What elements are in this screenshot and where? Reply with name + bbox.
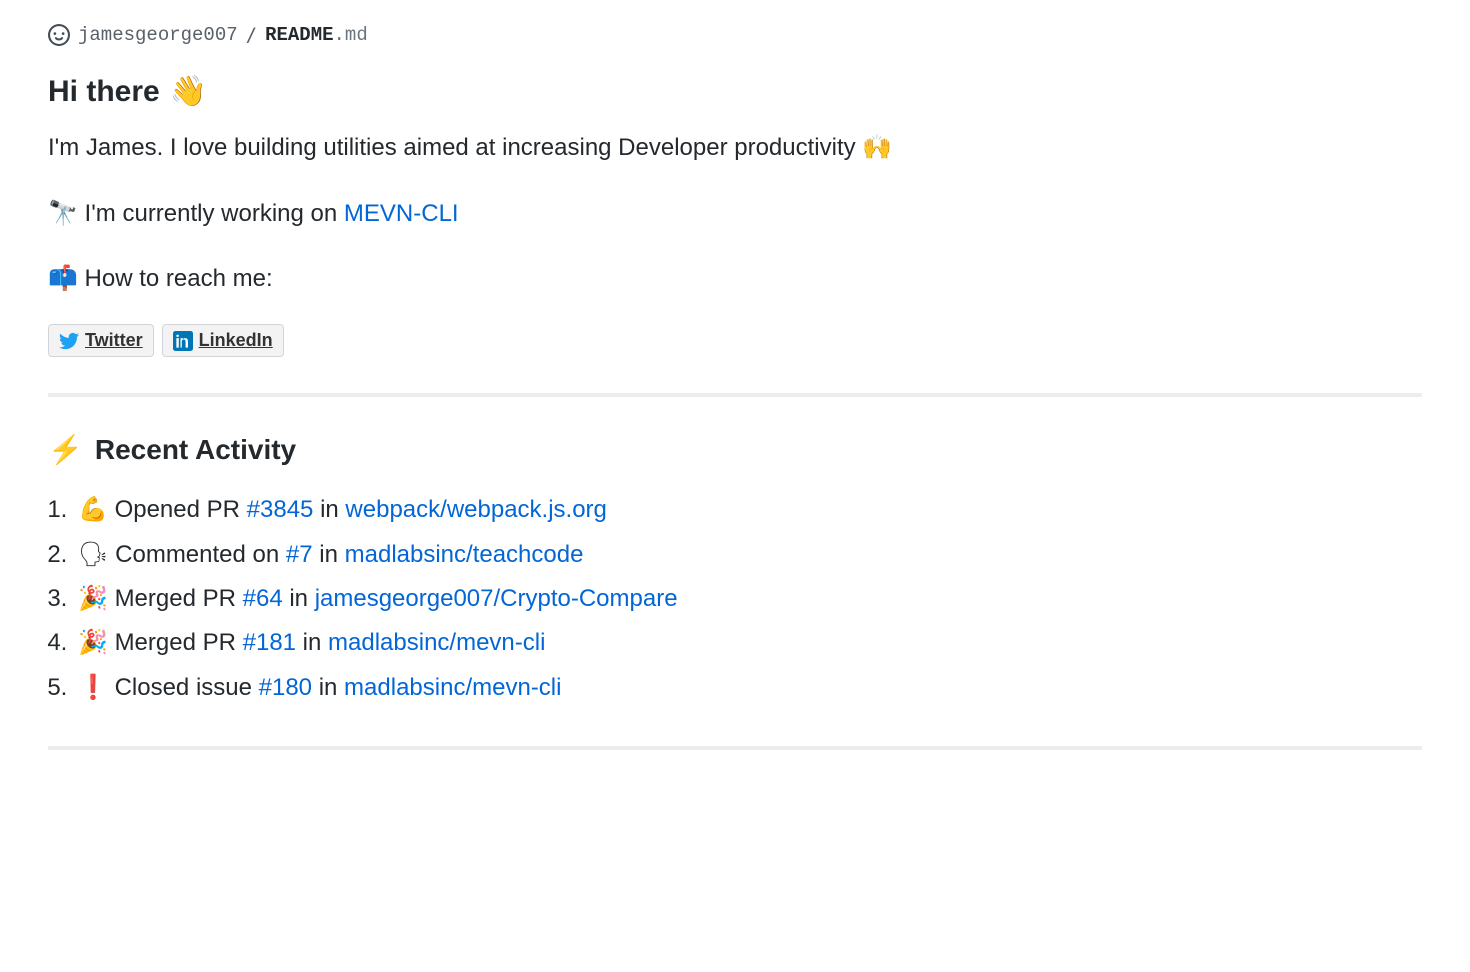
raised-hands-emoji: 🙌 [862, 129, 892, 167]
activity-in: in [283, 585, 315, 612]
activity-ref-link[interactable]: #3845 [247, 496, 314, 523]
intro-paragraph: I'm James. I love building utilities aim… [48, 129, 1422, 167]
activity-list: 💪 Opened PR #3845 in webpack/webpack.js.… [48, 488, 1422, 710]
mailbox-emoji: 📫 [48, 260, 78, 298]
twitter-badge[interactable]: Twitter [48, 324, 154, 357]
tada-emoji: 🎉 [78, 621, 108, 665]
activity-ref-link[interactable]: #180 [259, 674, 312, 701]
activity-item: ❗️ Closed issue #180 in madlabsinc/mevn-… [74, 666, 1422, 710]
recent-activity-heading: ⚡ Recent Activity [48, 433, 1422, 466]
working-on-text: I'm currently working on [78, 200, 344, 227]
activity-repo-link[interactable]: madlabsinc/teachcode [345, 541, 584, 568]
intro-text: I'm James. I love building utilities aim… [48, 134, 862, 161]
activity-item: 🎉 Merged PR #64 in jamesgeorge007/Crypto… [74, 577, 1422, 621]
activity-item: 🗣 Commented on #7 in madlabsinc/teachcod… [74, 533, 1422, 577]
social-badges: Twitter LinkedIn [48, 324, 1422, 357]
recent-activity-title: Recent Activity [95, 434, 296, 466]
divider [48, 746, 1422, 750]
activity-in: in [312, 674, 344, 701]
reach-me-text: How to reach me: [78, 265, 273, 292]
activity-ref-link[interactable]: #181 [243, 629, 296, 656]
divider [48, 393, 1422, 397]
activity-action: Merged PR [115, 629, 243, 656]
muscle-emoji: 💪 [78, 488, 108, 532]
activity-in: in [313, 541, 345, 568]
activity-action: Closed issue [115, 674, 259, 701]
linkedin-badge-label: LinkedIn [199, 330, 273, 351]
readme-container: jamesgeorge007 / README.md Hi there 👋 I'… [0, 0, 1470, 810]
twitter-icon [59, 331, 79, 351]
breadcrumb-extension: .md [334, 24, 368, 46]
exclamation-emoji: ❗️ [78, 666, 108, 710]
title-text: Hi there [48, 75, 160, 109]
activity-repo-link[interactable]: madlabsinc/mevn-cli [344, 674, 561, 701]
working-on-link[interactable]: MEVN-CLI [344, 200, 459, 227]
working-on-line: 🔭 I'm currently working on MEVN-CLI [48, 195, 1422, 233]
telescope-emoji: 🔭 [48, 195, 78, 233]
smiley-icon [48, 24, 70, 46]
activity-action: Commented on [115, 541, 286, 568]
activity-repo-link[interactable]: jamesgeorge007/Crypto-Compare [315, 585, 678, 612]
breadcrumb-user[interactable]: jamesgeorge007 [78, 24, 238, 46]
activity-in: in [296, 629, 328, 656]
activity-item: 🎉 Merged PR #181 in madlabsinc/mevn-cli [74, 621, 1422, 665]
activity-action: Opened PR [115, 496, 247, 523]
activity-repo-link[interactable]: madlabsinc/mevn-cli [328, 629, 545, 656]
activity-ref-link[interactable]: #7 [286, 541, 313, 568]
breadcrumb: jamesgeorge007 / README.md [48, 24, 1422, 46]
linkedin-icon [173, 331, 193, 351]
activity-item: 💪 Opened PR #3845 in webpack/webpack.js.… [74, 488, 1422, 532]
speaking-emoji: 🗣 [78, 533, 108, 577]
breadcrumb-filename: README [265, 24, 333, 46]
activity-ref-link[interactable]: #64 [243, 585, 283, 612]
activity-repo-link[interactable]: webpack/webpack.js.org [345, 496, 606, 523]
breadcrumb-separator: / [246, 24, 257, 46]
wave-emoji: 👋 [170, 74, 207, 109]
reach-me-line: 📫 How to reach me: [48, 260, 1422, 298]
zap-emoji: ⚡ [48, 433, 83, 466]
twitter-badge-label: Twitter [85, 330, 143, 351]
tada-emoji: 🎉 [78, 577, 108, 621]
activity-in: in [313, 496, 345, 523]
activity-action: Merged PR [115, 585, 243, 612]
linkedin-badge[interactable]: LinkedIn [162, 324, 284, 357]
page-title: Hi there 👋 [48, 74, 1422, 109]
